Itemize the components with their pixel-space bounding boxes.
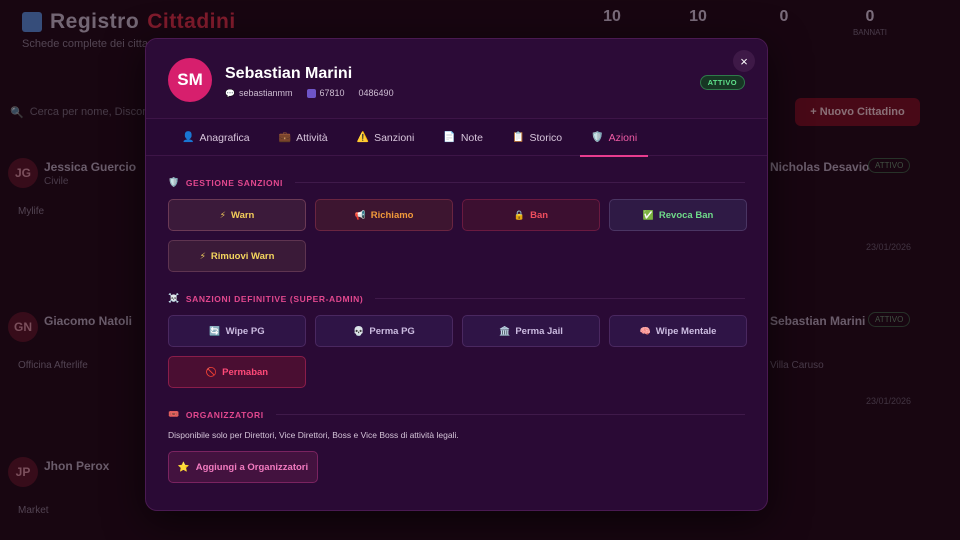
button-label: Perma Jail	[515, 325, 563, 337]
id-icon	[306, 88, 316, 98]
button-label: Rimuovi Warn	[210, 250, 275, 262]
lightning-icon: ⚡	[219, 209, 226, 220]
briefcase-icon: 💼	[278, 132, 292, 143]
tab-note[interactable]: 📄 Note	[432, 119, 494, 156]
modal-header: SM Sebastian Marini 💬 sebastianmm 67810 …	[146, 39, 767, 119]
tab-anagrafica[interactable]: 👤 Anagrafica	[171, 119, 261, 156]
discord-handle: sebastianmm	[238, 88, 293, 98]
citizen-phone: 0486490	[358, 88, 394, 98]
button-label: Warn	[230, 209, 255, 221]
close-icon: ×	[740, 53, 748, 69]
brain-icon: 🧠	[639, 325, 651, 336]
tab-bar: 👤 Anagrafica 💼 Attività ⚠️ Sanzioni 📄 No…	[146, 119, 767, 157]
megaphone-icon: 📢	[354, 209, 366, 220]
divider	[375, 298, 745, 299]
permaban-button[interactable]: 🚫 Permaban	[168, 356, 306, 388]
tab-storico[interactable]: 📋 Storico	[501, 119, 573, 156]
citizen-modal: SM Sebastian Marini 💬 sebastianmm 67810 …	[145, 38, 768, 511]
richiamo-button[interactable]: 📢 Richiamo	[315, 199, 453, 231]
button-label: Richiamo	[370, 209, 414, 221]
button-label: Ban	[530, 209, 549, 221]
id-info: 67810	[306, 88, 345, 98]
skull-crossbones-icon: ☠️	[168, 293, 180, 303]
tab-attivita[interactable]: 💼 Attività	[268, 119, 339, 156]
building-icon: 🏛️	[499, 325, 511, 336]
tab-sanzioni[interactable]: ⚠️ Sanzioni	[346, 119, 426, 156]
discord-info: 💬 sebastianmm	[225, 88, 293, 98]
tab-label: Note	[460, 131, 483, 144]
citizen-name: Sebastian Marini	[225, 65, 353, 82]
organizzatori-description: Disponibile solo per Direttori, Vice Dir…	[168, 430, 459, 440]
avatar: SM	[168, 58, 212, 102]
section-title: GESTIONE SANZIONI	[185, 177, 283, 188]
close-button[interactable]: ×	[733, 50, 755, 72]
rimuovi-warn-button[interactable]: ⚡ Rimuovi Warn	[168, 240, 306, 272]
button-label: Permaban	[222, 366, 269, 378]
section-organizzatori: 🎟️ ORGANIZZATORI	[168, 409, 745, 420]
warn-button[interactable]: ⚡ Warn	[168, 199, 306, 231]
lightning-icon: ⚡	[199, 250, 206, 261]
sanctions-grid: ⚡ Warn 📢 Richiamo 🔒 Ban ✅ Revoca Ban ⚡ R…	[168, 199, 747, 272]
refresh-icon: 🔄	[209, 325, 221, 336]
button-label: Aggiungi a Organizzatori	[195, 461, 309, 473]
wipe-mentale-button[interactable]: 🧠 Wipe Mentale	[609, 315, 747, 347]
section-title: ORGANIZZATORI	[185, 409, 264, 420]
warning-icon: ⚠️	[356, 132, 370, 143]
button-label: Wipe PG	[225, 325, 265, 337]
citizen-meta: 💬 sebastianmm 67810 0486490	[225, 88, 394, 98]
person-icon: 👤	[182, 132, 195, 143]
perma-pg-button[interactable]: 💀 Perma PG	[315, 315, 453, 347]
add-organizzatori-button[interactable]: ⭐ Aggiungi a Organizzatori	[168, 451, 318, 483]
revoca-ban-button[interactable]: ✅ Revoca Ban	[609, 199, 747, 231]
tab-label: Attività	[296, 131, 328, 144]
actions-panel: 🛡️ GESTIONE SANZIONI ⚡ Warn 📢 Richiamo 🔒…	[146, 177, 767, 483]
note-icon: 📄	[443, 132, 456, 143]
clipboard-icon: 📋	[512, 132, 525, 143]
tab-label: Azioni	[608, 131, 638, 144]
button-label: Revoca Ban	[658, 209, 714, 221]
ban-button[interactable]: 🔒 Ban	[462, 199, 600, 231]
tab-label: Storico	[529, 131, 563, 144]
tab-label: Anagrafica	[199, 131, 250, 144]
divider	[275, 414, 745, 415]
status-badge: ATTIVO	[699, 75, 745, 90]
section-sanzioni-definitive: ☠️ SANZIONI DEFINITIVE (SUPER-ADMIN)	[168, 293, 745, 304]
phone-info: 0486490	[359, 88, 394, 98]
section-gestione-sanzioni: 🛡️ GESTIONE SANZIONI	[168, 177, 745, 188]
button-label: Wipe Mentale	[655, 325, 717, 337]
definitive-grid: 🔄 Wipe PG 💀 Perma PG 🏛️ Perma Jail 🧠 Wip…	[168, 315, 747, 388]
tab-label: Sanzioni	[374, 131, 415, 144]
discord-icon: 💬	[225, 88, 235, 98]
wipe-pg-button[interactable]: 🔄 Wipe PG	[168, 315, 306, 347]
ticket-icon: 🎟️	[168, 409, 180, 419]
citizen-id: 67810	[319, 88, 345, 98]
tab-azioni[interactable]: 🛡️ Azioni	[580, 119, 649, 157]
shield-icon: 🛡️	[168, 177, 180, 187]
divider	[294, 182, 745, 183]
button-label: Perma PG	[369, 325, 415, 337]
section-title: SANZIONI DEFINITIVE (SUPER-ADMIN)	[185, 293, 364, 304]
shield-icon: 🛡️	[591, 132, 604, 143]
prohibited-icon: 🚫	[205, 366, 218, 377]
perma-jail-button[interactable]: 🏛️ Perma Jail	[462, 315, 600, 347]
star-icon: ⭐	[177, 461, 190, 473]
skull-icon: 💀	[353, 325, 365, 336]
check-icon: ✅	[642, 209, 654, 220]
lock-icon: 🔒	[513, 209, 526, 220]
